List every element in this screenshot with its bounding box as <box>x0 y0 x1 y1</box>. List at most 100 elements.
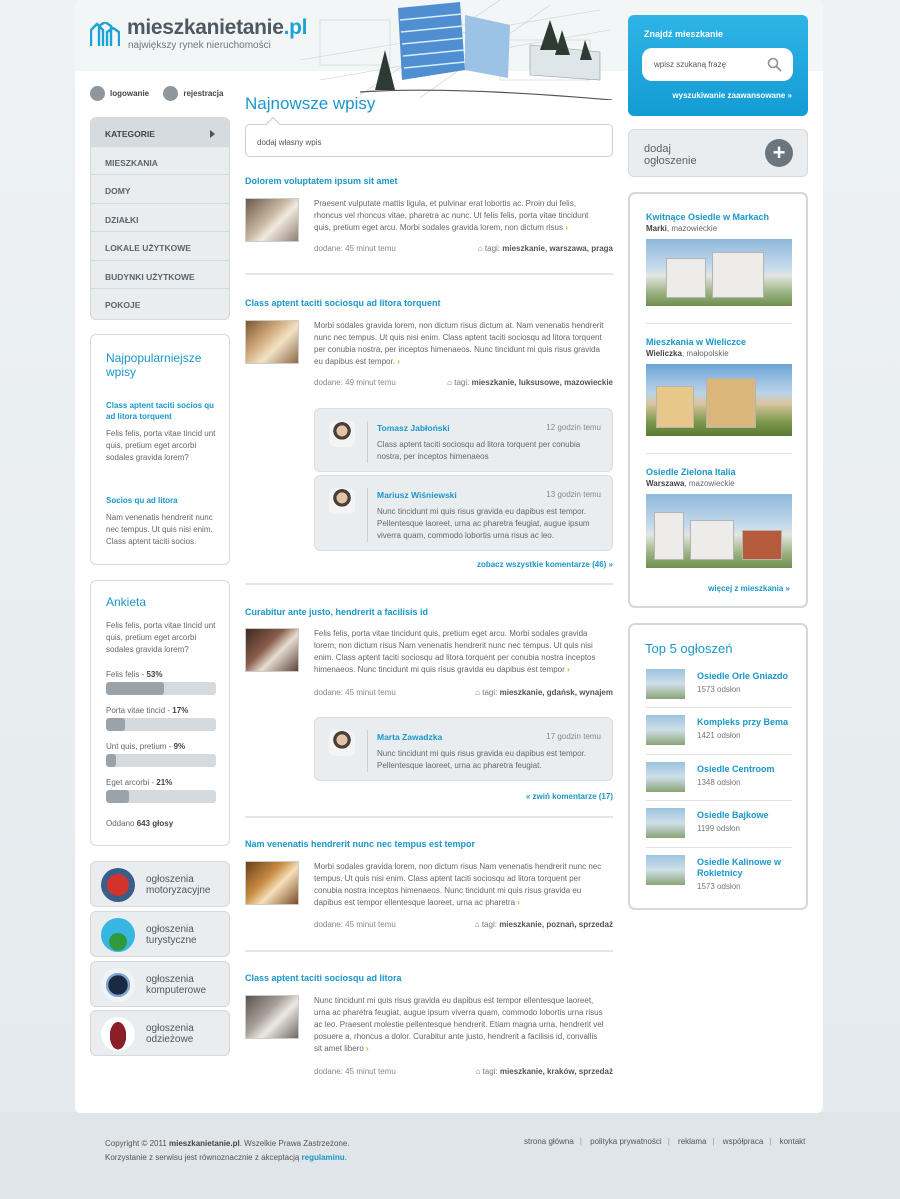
top5-item[interactable]: Osiedle Kalinowe w Rokietnicy 1573 odsło… <box>646 855 792 895</box>
comment-text: Class aptent taciti sociosqu ad litora t… <box>377 440 581 461</box>
advanced-search-link[interactable]: wyszukiwanie zaawansowane » <box>672 91 792 100</box>
comment-author[interactable]: Tomasz Jabłoński <box>377 423 450 433</box>
popular-item-text: Felis felis, porta vitae tincid unt quis… <box>106 429 216 462</box>
read-more-arrow-icon[interactable]: › <box>517 898 520 907</box>
top5-thumbnail[interactable] <box>646 669 685 699</box>
collapse-comments-link[interactable]: « zwiń komentarze (17) <box>526 792 613 801</box>
read-more-arrow-icon[interactable]: › <box>567 665 570 674</box>
add-listing-button[interactable]: dodaj ogłoszenie + <box>628 129 808 177</box>
post-title[interactable]: Class aptent taciti sociosqu ad litora t… <box>245 298 613 308</box>
post: Nam venenatis hendrerit nunc nec tempus … <box>245 839 613 934</box>
read-more-arrow-icon[interactable]: › <box>366 1044 369 1053</box>
post-thumbnail[interactable] <box>245 861 299 905</box>
popular-posts-box: Najpopularniejsze wpisy Class aptent tac… <box>90 334 230 565</box>
nav-item-pokoje[interactable]: POKOJE <box>91 289 229 318</box>
post-meta: dodane: 45 minut temu ⌂ tagi: mieszkanie,… <box>314 688 613 697</box>
post-title[interactable]: Dolorem voluptatem ipsum sit amet <box>245 176 613 186</box>
category-komputerowe[interactable]: ogłoszenia komputerowe <box>90 961 230 1007</box>
investment-item[interactable]: Kwitnące Osiedle w Markach Marki, mazowi… <box>646 212 792 306</box>
post-tags: ⌂ tagi: mieszkanie, kraków, sprzedaż <box>475 1067 613 1076</box>
poll-option[interactable]: Porta vitae tincid - 17% <box>106 706 218 731</box>
nav-item-lokale[interactable]: LOKALE UŻYTKOWE <box>91 232 229 261</box>
top5-item-views: 1348 odsłon <box>697 778 741 787</box>
footer-link-home[interactable]: strona główna <box>524 1137 574 1146</box>
footer-link-ads[interactable]: reklama <box>678 1137 706 1146</box>
top5-thumbnail[interactable] <box>646 808 685 838</box>
search-icon[interactable] <box>767 57 782 72</box>
investment-location: Marki, mazowieckie <box>646 224 718 233</box>
top5-item[interactable]: Kompleks przy Bema 1421 odsłon <box>646 715 792 755</box>
comment-text: Nunc tincidunt mi quis risus gravida eu … <box>377 749 586 770</box>
top5-item-name[interactable]: Osiedle Bajkowe <box>697 810 792 821</box>
footer-link-privacy[interactable]: polityka prywatności <box>590 1137 662 1146</box>
post: Class aptent taciti sociosqu ad litora N… <box>245 973 613 1083</box>
top5-item-name[interactable]: Osiedle Orle Gniazdo <box>697 671 792 682</box>
register-link[interactable]: rejestracja <box>163 86 223 101</box>
popular-title: Najpopularniejsze wpisy <box>106 351 202 379</box>
poll-bar <box>106 682 216 695</box>
nav-item-mieszkania[interactable]: MIESZKANIA <box>91 147 229 175</box>
top5-thumbnail[interactable] <box>646 855 685 885</box>
top5-item[interactable]: Osiedle Centroom 1348 odsłon <box>646 762 792 802</box>
comment-author[interactable]: Mariusz Wiśniewski <box>377 490 457 500</box>
add-post-placeholder: dodaj własny wpis <box>257 138 322 147</box>
investment-image[interactable] <box>646 364 792 436</box>
post-thumbnail[interactable] <box>245 995 299 1039</box>
post: Dolorem voluptatem ipsum sit amet Praese… <box>245 176 613 256</box>
add-post-input[interactable]: dodaj własny wpis <box>245 116 613 157</box>
comment-card: Marta Zawadzka 17 godzin temu Nunc tinci… <box>314 717 613 781</box>
nav-item-domy[interactable]: DOMY <box>91 175 229 204</box>
top5-item[interactable]: Osiedle Orle Gniazdo 1573 odsłon <box>646 669 792 709</box>
top5-item-name[interactable]: Osiedle Kalinowe w Rokietnicy <box>697 857 792 879</box>
footer-link-contact[interactable]: kontakt <box>780 1137 806 1146</box>
top5-item-name[interactable]: Osiedle Centroom <box>697 764 792 775</box>
top5-item-name[interactable]: Kompleks przy Bema <box>697 717 792 728</box>
comment: Mariusz Wiśniewski 13 godzin temu Nunc t… <box>329 488 601 542</box>
footer-copyright: Copyright © 2011 mieszkanietanie.pl. Wsz… <box>105 1139 350 1162</box>
comment-author[interactable]: Marta Zawadzka <box>377 732 442 742</box>
category-odziezowe[interactable]: ogłoszenia odzieżowe <box>90 1010 230 1056</box>
read-more-arrow-icon[interactable]: › <box>565 223 568 232</box>
investment-item[interactable]: Osiedle Zielona Italia Warszawa, mazowie… <box>646 467 792 568</box>
poll-option[interactable]: Eget arcorbi - 21% <box>106 778 218 803</box>
logo[interactable]: mieszkanietanie.pl <box>127 16 307 40</box>
read-more-arrow-icon[interactable]: › <box>397 357 400 366</box>
search-input[interactable]: wpisz szukaną frazę <box>642 48 793 81</box>
post-thumbnail[interactable] <box>245 320 299 364</box>
poll-bar <box>106 790 216 803</box>
investment-name[interactable]: Mieszkania w Wieliczce <box>646 337 792 347</box>
post-title[interactable]: Curabitur ante justo, hendrerit a facili… <box>245 607 613 617</box>
investment-item[interactable]: Mieszkania w Wieliczce Wieliczka, małopo… <box>646 337 792 436</box>
post-title[interactable]: Nam venenatis hendrerit nunc nec tempus … <box>245 839 613 849</box>
palm-icon <box>101 918 135 952</box>
post-thumbnail[interactable] <box>245 198 299 242</box>
footer-link-cooperation[interactable]: współpraca <box>723 1137 763 1146</box>
popular-item-link[interactable]: Class aptent taciti socios qu ad litora … <box>106 400 218 422</box>
investment-location: Warszawa, mazowieckie <box>646 479 735 488</box>
nav-item-kategorie[interactable]: KATEGORIE <box>91 118 229 147</box>
more-investments-link[interactable]: więcej z mieszkania » <box>708 584 790 593</box>
popular-item-link[interactable]: Socios qu ad litora <box>106 495 218 506</box>
top5-item[interactable]: Osiedle Bajkowe 1199 odsłon <box>646 808 792 848</box>
investment-image[interactable] <box>646 239 792 306</box>
login-link[interactable]: logowanie <box>90 86 149 101</box>
top5-thumbnail[interactable] <box>646 715 685 745</box>
top5-thumbnail[interactable] <box>646 762 685 792</box>
category-turystyczne[interactable]: ogłoszenia turystyczne <box>90 911 230 957</box>
poll-option[interactable]: Felis felis - 53% <box>106 670 218 695</box>
show-all-comments-link[interactable]: zobacz wszystkie komentarze (46) » <box>477 560 613 569</box>
post-excerpt: Morbi sodales gravida lorem, non dictum … <box>314 862 602 907</box>
nav-item-budynki[interactable]: BUDYNKI UŻYTKOWE <box>91 261 229 289</box>
investment-location: Wieliczka, małopolskie <box>646 349 729 358</box>
investment-name[interactable]: Kwitnące Osiedle w Markach <box>646 212 792 222</box>
post-title[interactable]: Class aptent taciti sociosqu ad litora <box>245 973 613 983</box>
investment-image[interactable] <box>646 494 792 568</box>
page-title: Najnowsze wpisy <box>245 94 376 113</box>
post-thumbnail[interactable] <box>245 628 299 672</box>
poll-option[interactable]: Unt quis, pretium - 9% <box>106 742 218 767</box>
category-motoryzacyjne[interactable]: ogłoszenia motoryzacyjne <box>90 861 230 907</box>
terms-link[interactable]: regulaminu <box>302 1153 345 1162</box>
comment-card: Tomasz Jabłoński 12 godzin temu Class ap… <box>314 408 613 472</box>
investment-name[interactable]: Osiedle Zielona Italia <box>646 467 792 477</box>
nav-item-dzialki[interactable]: DZIAŁKI <box>91 204 229 232</box>
